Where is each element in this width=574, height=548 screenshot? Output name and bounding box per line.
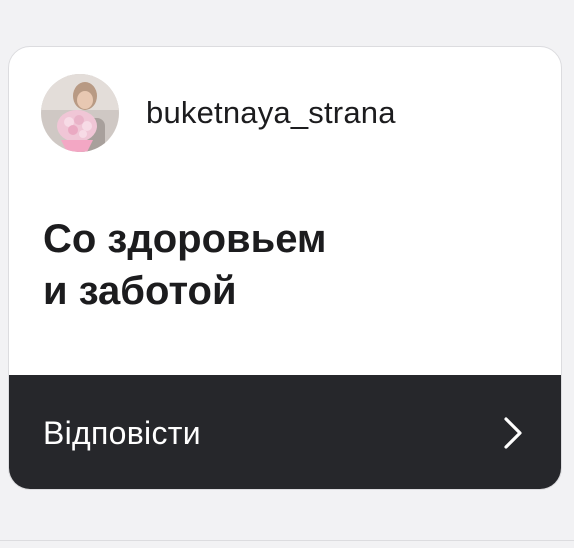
divider bbox=[0, 540, 574, 541]
reply-button-label: Відповісти bbox=[43, 414, 201, 451]
card-header: buketnaya_strana bbox=[41, 73, 396, 153]
reply-button[interactable]: Відповісти bbox=[9, 375, 561, 489]
chevron-right-icon bbox=[501, 415, 525, 451]
avatar-image bbox=[41, 74, 119, 152]
avatar[interactable] bbox=[41, 74, 119, 152]
story-reply-card: buketnaya_strana Со здоровьем и заботой … bbox=[8, 46, 562, 490]
story-message-text: Со здоровьем и заботой bbox=[43, 217, 327, 313]
username[interactable]: buketnaya_strana bbox=[146, 95, 396, 131]
